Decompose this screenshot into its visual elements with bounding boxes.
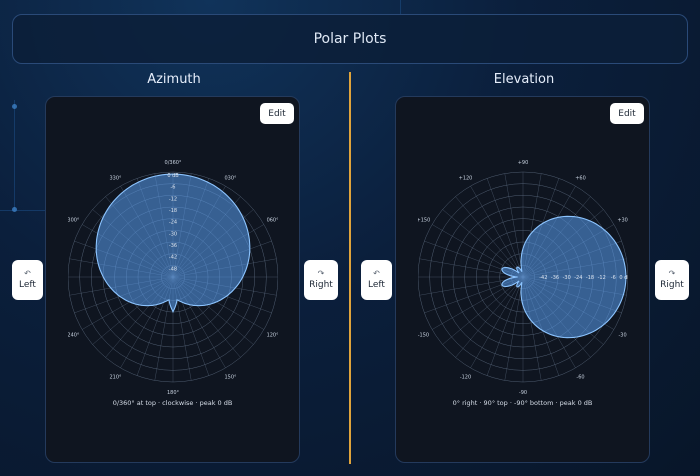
- db-label: 0 dB: [167, 173, 179, 179]
- background-node: [12, 104, 17, 109]
- db-label: -12: [598, 275, 606, 281]
- elevation-title: Elevation: [493, 72, 555, 87]
- db-label: -24: [574, 275, 582, 281]
- db-label: -42: [169, 255, 177, 261]
- angle-label: +90: [518, 160, 529, 166]
- app-header: Polar Plots: [12, 14, 688, 64]
- db-label: -30: [563, 275, 571, 281]
- angle-label: -60: [576, 375, 584, 381]
- angle-label: 060°: [267, 218, 278, 224]
- elevation-polar-plot: 0+30+60+90+120+150+180-150-120-90-60-300…: [418, 160, 628, 396]
- db-label: -6: [171, 185, 176, 191]
- azimuth-right-label: Right: [309, 280, 333, 290]
- db-label: 0 dB: [619, 275, 628, 281]
- azimuth-polar-plot: 0/360°030°060°090°120°150°180°210°240°27…: [68, 160, 278, 396]
- panel-divider: [349, 72, 351, 464]
- rotate-cw-icon: ↷: [317, 269, 325, 278]
- angle-label: +150: [418, 218, 430, 224]
- db-label: -36: [551, 275, 559, 281]
- angle-label: 180°: [167, 390, 180, 396]
- db-label: -48: [169, 266, 177, 272]
- db-label: -24: [169, 220, 177, 226]
- angle-label: +60: [575, 175, 586, 181]
- azimuth-title: Azimuth: [147, 72, 201, 87]
- elevation-left-button[interactable]: ↶ Left: [361, 260, 392, 300]
- background-line: [400, 0, 401, 14]
- rotate-ccw-icon: ↶: [24, 269, 31, 278]
- angle-label: 210°: [109, 375, 122, 381]
- rotate-cw-icon: ↷: [668, 269, 676, 278]
- elevation-panel: Edit 0+30+60+90+120+150+180-150-120-90-6…: [395, 96, 650, 463]
- elevation-right-label: Right: [660, 280, 684, 290]
- azimuth-right-button[interactable]: ↷ Right: [304, 260, 338, 300]
- db-label: -30: [169, 231, 177, 237]
- angle-label: +120: [459, 175, 473, 181]
- angle-label: -30: [619, 333, 627, 339]
- angle-label: 0/360°: [165, 160, 182, 166]
- db-label: -18: [586, 275, 594, 281]
- db-label: -36: [169, 243, 177, 249]
- background-line: [14, 100, 15, 210]
- elevation-right-button[interactable]: ↷ Right: [655, 260, 689, 300]
- azimuth-edit-button[interactable]: Edit: [260, 103, 294, 124]
- angle-label: 150°: [224, 375, 237, 381]
- angle-label: 030°: [224, 175, 237, 181]
- rotate-ccw-icon: ↶: [373, 269, 380, 278]
- angle-label: +30: [617, 218, 628, 224]
- angle-label: -120: [460, 375, 471, 381]
- elevation-caption: 0° right · 90° top · -90° bottom · peak …: [452, 399, 593, 407]
- angle-label: 120°: [267, 333, 278, 339]
- db-label: -6: [611, 275, 616, 281]
- azimuth-panel: Edit 0/360°030°060°090°120°150°180°210°2…: [45, 96, 300, 463]
- db-label: -12: [169, 196, 177, 202]
- db-label: -42: [539, 275, 547, 281]
- azimuth-left-button[interactable]: ↶ Left: [12, 260, 43, 300]
- angle-label: 300°: [68, 218, 80, 224]
- angle-label: -150: [418, 333, 429, 339]
- azimuth-left-label: Left: [19, 280, 36, 290]
- angle-label: -90: [519, 390, 527, 396]
- azimuth-caption: 0/360° at top · clockwise · peak 0 dB: [112, 399, 233, 407]
- app-title: Polar Plots: [313, 31, 387, 47]
- background-node: [12, 207, 17, 212]
- db-label: -18: [169, 208, 177, 214]
- elevation-left-label: Left: [368, 280, 385, 290]
- angle-label: 330°: [109, 175, 122, 181]
- angle-label: 240°: [68, 333, 80, 339]
- elevation-edit-button[interactable]: Edit: [610, 103, 644, 124]
